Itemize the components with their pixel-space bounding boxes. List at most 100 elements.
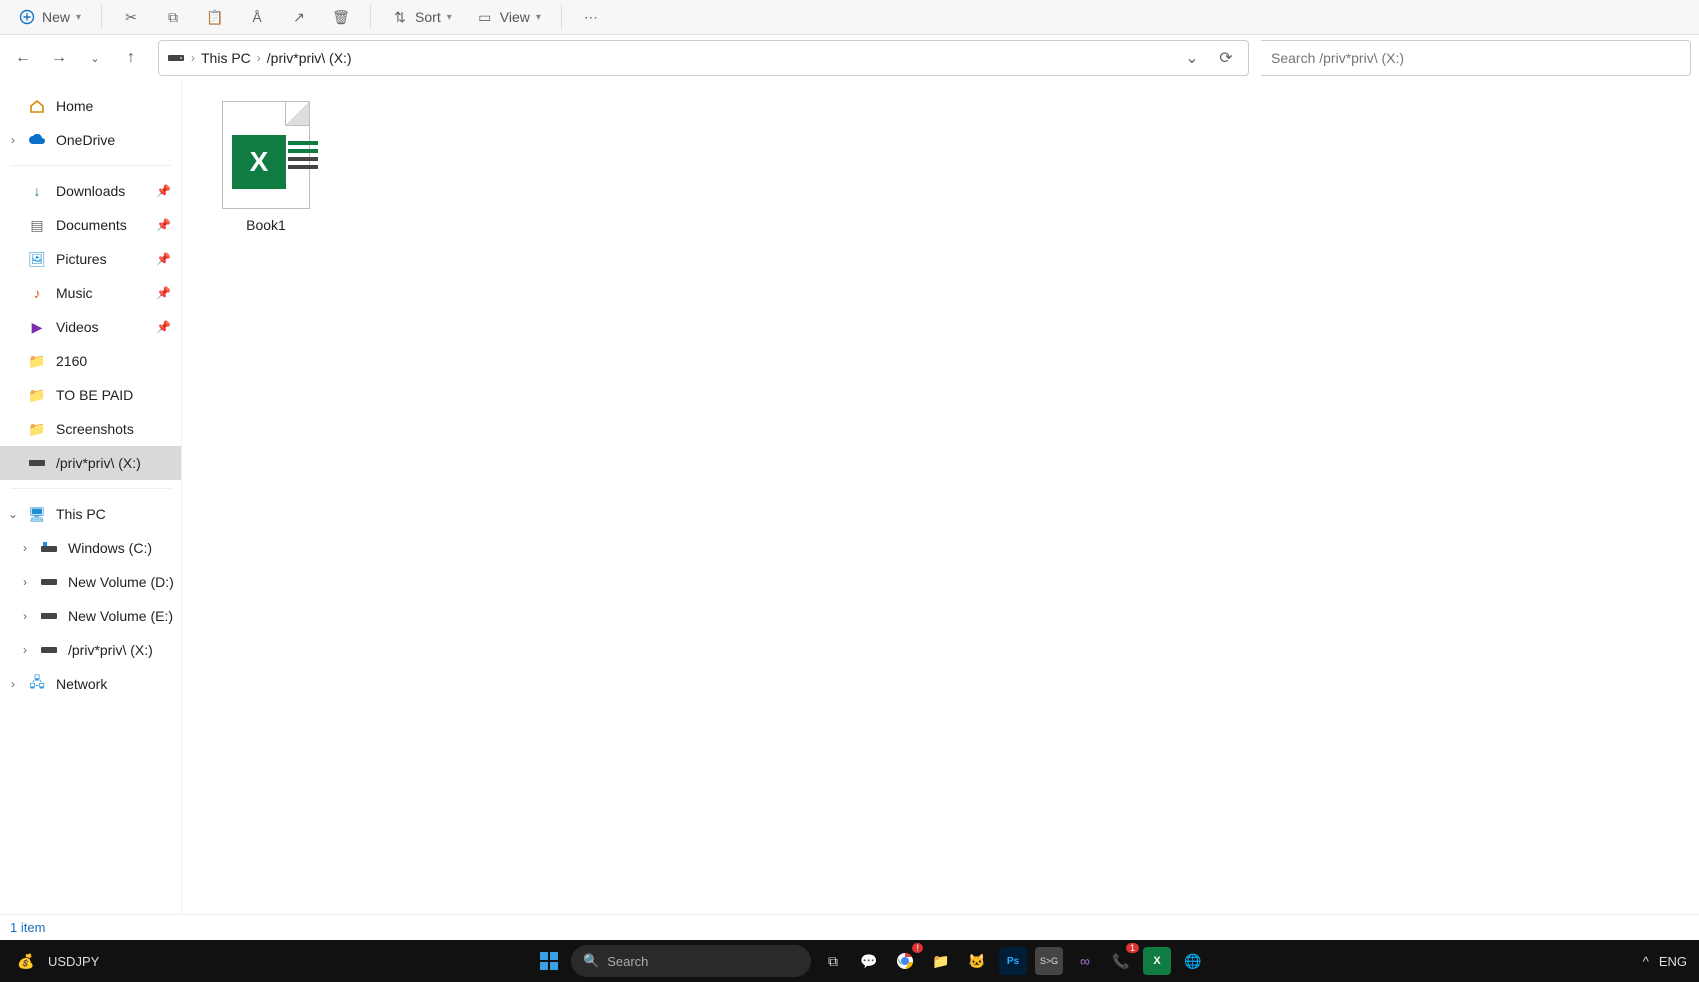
sidebar-item-pictures[interactable]: 🖼 Pictures 📌 (0, 242, 181, 276)
breadcrumb-segment[interactable]: This PC (201, 50, 251, 66)
refresh-button[interactable]: ⟳ (1212, 44, 1240, 72)
sidebar-item-downloads[interactable]: ↓ Downloads 📌 (0, 174, 181, 208)
forward-button[interactable]: → (44, 43, 74, 73)
separator (561, 5, 562, 29)
sidebar-item-documents[interactable]: ▤ Documents 📌 (0, 208, 181, 242)
taskbar-app-chrome[interactable] (891, 947, 919, 975)
sidebar-item-label: Network (56, 676, 107, 692)
taskbar-app[interactable]: 🐱 (963, 947, 991, 975)
drive-icon (40, 641, 58, 659)
sort-button[interactable]: ⇅ Sort ▾ (381, 4, 462, 30)
widget-icon[interactable]: 💰 (12, 947, 40, 975)
collapse-icon[interactable]: ⌄ (6, 507, 20, 521)
expand-icon[interactable]: › (18, 643, 32, 657)
sidebar-item-drive-c[interactable]: › Windows (C:) (0, 531, 181, 565)
copy-button[interactable]: ⧉ (154, 4, 192, 30)
expand-icon[interactable]: › (6, 677, 20, 691)
taskbar-app[interactable]: S>G (1035, 947, 1063, 975)
sidebar-item-label: OneDrive (56, 132, 115, 148)
taskbar-app[interactable]: 💬 (855, 947, 883, 975)
rename-button[interactable]: Å (238, 4, 276, 30)
rename-icon: Å (248, 8, 266, 26)
sidebar-item-label: New Volume (D:) (68, 574, 174, 590)
back-button[interactable]: ← (8, 43, 38, 73)
sidebar-item-folder[interactable]: 📁 Screenshots (0, 412, 181, 446)
share-button[interactable]: ↗ (280, 4, 318, 30)
breadcrumb-segment[interactable]: /priv*priv\ (X:) (267, 50, 352, 66)
sidebar-item-folder[interactable]: 📁 2160 (0, 344, 181, 378)
new-button[interactable]: New ▾ (8, 4, 91, 30)
content-area[interactable]: X Book1 (182, 81, 1699, 914)
taskbar-app[interactable]: 🌐 (1179, 947, 1207, 975)
sidebar-item-label: Home (56, 98, 93, 114)
sidebar-item-label: Screenshots (56, 421, 134, 437)
expand-icon[interactable]: › (18, 609, 32, 623)
tray-chevron[interactable]: ^ (1643, 954, 1649, 969)
search-icon: 🔍 (583, 953, 599, 969)
expand-icon[interactable]: › (6, 133, 20, 147)
sidebar-item-label: Windows (C:) (68, 540, 152, 556)
taskbar: 💰 USDJPY 🔍 Search ⧉ 💬 📁 🐱 Ps S>G ∞ 📞 X 🌐… (0, 940, 1699, 982)
separator (10, 165, 171, 166)
sidebar-item-label: Music (56, 285, 93, 301)
sidebar-item-videos[interactable]: ▶ Videos 📌 (0, 310, 181, 344)
chevron-down-icon: ▾ (536, 12, 541, 23)
search-box[interactable] (1261, 40, 1691, 76)
sidebar-item-drive-x[interactable]: /priv*priv\ (X:) (0, 446, 181, 480)
chevron-down-icon: ▾ (76, 12, 81, 23)
delete-button[interactable]: 🗑 (322, 4, 360, 30)
history-dropdown[interactable]: ⌄ (1178, 44, 1206, 72)
taskbar-app-photoshop[interactable]: Ps (999, 947, 1027, 975)
view-icon: ▭ (476, 8, 494, 26)
sidebar-item-label: New Volume (E:) (68, 608, 173, 624)
sidebar-item-music[interactable]: ♪ Music 📌 (0, 276, 181, 310)
view-button[interactable]: ▭ View ▾ (466, 4, 551, 30)
taskbar-app-vs[interactable]: ∞ (1071, 947, 1099, 975)
taskbar-app-explorer[interactable]: 📁 (927, 947, 955, 975)
taskbar-app[interactable]: 📞 (1107, 947, 1135, 975)
sidebar-item-drive-e[interactable]: › New Volume (E:) (0, 599, 181, 633)
language-indicator[interactable]: ENG (1659, 954, 1687, 969)
taskbar-search[interactable]: 🔍 Search (571, 945, 811, 977)
cloud-icon (28, 131, 46, 149)
folder-icon: 📁 (28, 352, 46, 370)
taskbar-app-excel[interactable]: X (1143, 947, 1171, 975)
more-button[interactable]: ⋯ (572, 4, 610, 30)
up-button[interactable]: ↑ (116, 43, 146, 73)
cut-button[interactable]: ✂ (112, 4, 150, 30)
monitor-icon: 🖥 (28, 505, 46, 523)
file-item[interactable]: X Book1 (206, 95, 326, 239)
sidebar-item-label: TO BE PAID (56, 387, 133, 403)
network-icon: 🖧 (28, 675, 46, 693)
file-name: Book1 (246, 217, 286, 233)
sidebar-item-network[interactable]: › 🖧 Network (0, 667, 181, 701)
task-view-button[interactable]: ⧉ (819, 947, 847, 975)
sidebar-item-folder[interactable]: 📁 TO BE PAID (0, 378, 181, 412)
sidebar-item-label: This PC (56, 506, 106, 522)
search-placeholder: Search (607, 954, 648, 969)
pin-icon: 📌 (156, 320, 171, 334)
search-input[interactable] (1271, 50, 1680, 66)
sidebar-item-label: /priv*priv\ (X:) (68, 642, 153, 658)
pin-icon: 📌 (156, 286, 171, 300)
pin-icon: 📌 (156, 218, 171, 232)
address-bar[interactable]: › This PC › /priv*priv\ (X:) ⌄ ⟳ (158, 40, 1249, 76)
recent-button[interactable]: ⌄ (80, 43, 110, 73)
expand-icon[interactable]: › (18, 575, 32, 589)
chevron-right-icon: › (257, 51, 261, 65)
excel-file-icon: X (222, 101, 310, 209)
sidebar-item-onedrive[interactable]: › OneDrive (0, 123, 181, 157)
sidebar-item-drive-x-tree[interactable]: › /priv*priv\ (X:) (0, 633, 181, 667)
paste-button[interactable]: 📋 (196, 4, 234, 30)
sidebar-item-drive-d[interactable]: › New Volume (D:) (0, 565, 181, 599)
start-button[interactable] (535, 947, 563, 975)
sidebar: Home › OneDrive ↓ Downloads 📌 ▤ Document… (0, 81, 182, 914)
expand-icon[interactable]: › (18, 541, 32, 555)
sidebar-item-this-pc[interactable]: ⌄ 🖥 This PC (0, 497, 181, 531)
pin-icon: 📌 (156, 252, 171, 266)
widget-label[interactable]: USDJPY (48, 954, 99, 969)
drive-icon (40, 607, 58, 625)
drive-icon (28, 454, 46, 472)
sidebar-item-home[interactable]: Home (0, 89, 181, 123)
drive-os-icon (40, 539, 58, 557)
